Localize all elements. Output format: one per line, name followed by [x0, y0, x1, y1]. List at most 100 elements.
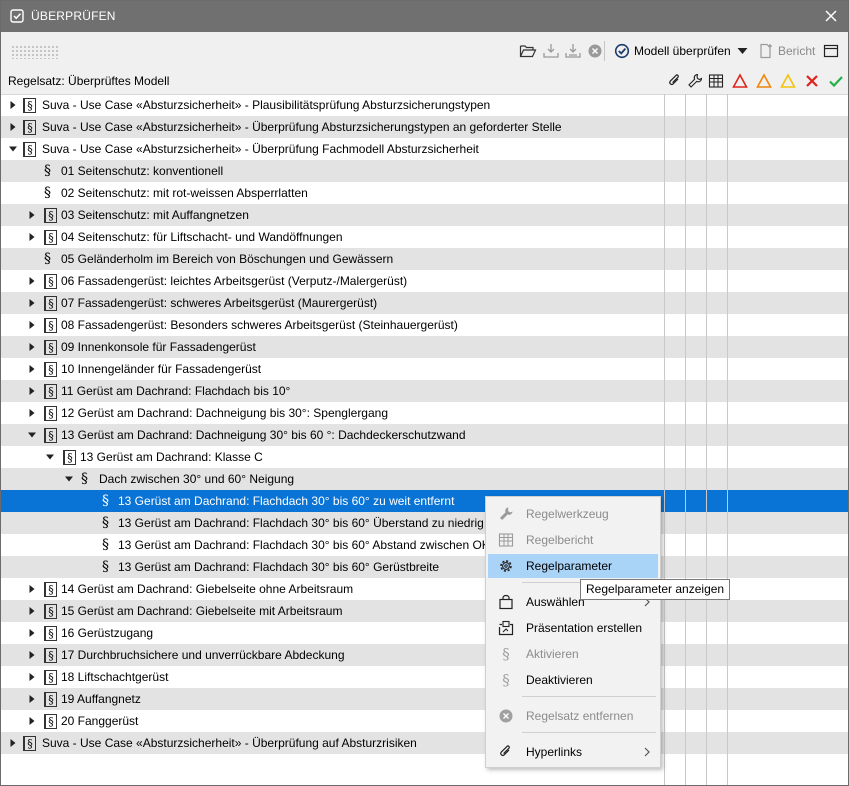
- expand-right-icon[interactable]: [9, 101, 17, 109]
- tree-row[interactable]: § 02 Seitenschutz: mit rot-weissen Absper…: [1, 182, 848, 204]
- menu-item-praesentation-erstellen[interactable]: Präsentation erstellen: [488, 616, 658, 640]
- expand-right-icon[interactable]: [28, 321, 36, 329]
- tree-row[interactable]: § 09 Innenkonsole für Fassadengerüst: [1, 336, 848, 358]
- info-triangle-icon[interactable]: [780, 73, 796, 89]
- gear-icon: [500, 560, 512, 572]
- tree-row[interactable]: § 12 Gerüst am Dachrand: Dachneigung bis …: [1, 402, 848, 424]
- tree-row-label: 13 Gerüst am Dachrand: Flachdach 30° bis…: [118, 516, 484, 530]
- expand-right-icon[interactable]: [28, 343, 36, 351]
- tree-row[interactable]: § 13 Gerüst am Dachrand: Flachdach 30° bi…: [1, 534, 848, 556]
- tree-row[interactable]: § Suva - Use Case «Absturzsicherheit» - P…: [1, 94, 848, 116]
- expand-right-icon[interactable]: [28, 585, 36, 593]
- expand-right-icon[interactable]: [28, 277, 36, 285]
- expand-right-icon[interactable]: [28, 299, 36, 307]
- expand-down-icon[interactable]: [9, 145, 17, 153]
- tree-row[interactable]: § Suva - Use Case «Absturzsicherheit» - Ü…: [1, 116, 848, 138]
- tree-row-label: 06 Fassadengerüst: leichtes Arbeitsgerüs…: [61, 274, 408, 288]
- tree-row[interactable]: § 13 Gerüst am Dachrand: Flachdach 30° bi…: [1, 490, 848, 512]
- tree-row-label: 08 Fassadengerüst: Besonders schweres Ar…: [61, 318, 458, 332]
- tree-row[interactable]: § 17 Durchbruchsichere und unverrückbare …: [1, 644, 848, 666]
- remove-button[interactable]: [587, 41, 603, 61]
- rule-icon: §: [102, 515, 109, 531]
- check-model-button[interactable]: Modell überprüfen: [614, 41, 748, 61]
- rule-icon: §: [102, 493, 109, 509]
- paperclip-icon[interactable]: [667, 73, 683, 89]
- tree-row[interactable]: § 05 Geländerholm im Bereich von Böschung…: [1, 248, 848, 270]
- dropdown-arrow-icon[interactable]: [737, 47, 748, 55]
- expand-right-icon[interactable]: [28, 365, 36, 373]
- expand-right-icon[interactable]: [28, 695, 36, 703]
- open-folder-button[interactable]: [519, 41, 537, 61]
- tree-row[interactable]: § Dach zwischen 30° und 60° Neigung: [1, 468, 848, 490]
- menu-item-regelbericht[interactable]: Regelbericht: [488, 528, 658, 552]
- tree-row[interactable]: § 16 Gerüstzugang: [1, 622, 848, 644]
- expand-right-icon[interactable]: [28, 651, 36, 659]
- menu-item-regelparameter[interactable]: Regelparameter: [488, 554, 658, 578]
- window-layout-button[interactable]: [823, 41, 839, 61]
- table-icon[interactable]: [708, 73, 724, 89]
- tree-row[interactable]: § 13 Gerüst am Dachrand: Klasse C: [1, 446, 848, 468]
- expand-right-icon[interactable]: [28, 211, 36, 219]
- tree-row[interactable]: § 01 Seitenschutz: konventionell: [1, 160, 848, 182]
- menu-item-regelsatz-entfernen[interactable]: Regelsatz entfernen: [488, 704, 658, 728]
- expand-down-icon[interactable]: [65, 475, 73, 483]
- warning-triangle-icon[interactable]: [756, 73, 772, 89]
- tree-row[interactable]: § 13 Gerüst am Dachrand: Flachdach 30° bi…: [1, 512, 848, 534]
- expand-right-icon[interactable]: [28, 233, 36, 241]
- ruleset-icon: §: [23, 142, 36, 157]
- tray-export-icon: [565, 44, 581, 58]
- import-button[interactable]: [542, 41, 560, 61]
- tree-row-label: 07 Fassadengerüst: schweres Arbeitsgerüs…: [61, 296, 378, 310]
- expand-right-icon[interactable]: [28, 717, 36, 725]
- menu-item-aktivieren[interactable]: § Aktivieren: [488, 642, 658, 666]
- tree-row[interactable]: § 11 Gerüst am Dachrand: Flachdach bis 10…: [1, 380, 848, 402]
- expand-right-icon[interactable]: [9, 123, 17, 131]
- tree-row[interactable]: § 18 Liftschachtgerüst: [1, 666, 848, 688]
- export-button[interactable]: [564, 41, 582, 61]
- tree-row[interactable]: § 04 Seitenschutz: für Liftschacht- und W…: [1, 226, 848, 248]
- toolbar-grip[interactable]: [11, 45, 59, 59]
- tree-row[interactable]: § Suva - Use Case «Absturzsicherheit» - Ü…: [1, 732, 848, 754]
- tree-row[interactable]: § 07 Fassadengerüst: schweres Arbeitsgerü…: [1, 292, 848, 314]
- title-bar[interactable]: ÜBERPRÜFEN: [1, 1, 848, 32]
- tree-row[interactable]: § 13 Gerüst am Dachrand: Dachneigung 30° …: [1, 424, 848, 446]
- context-menu: Regelwerkzeug Regelbericht Regelparamete…: [485, 496, 661, 768]
- expand-right-icon[interactable]: [9, 739, 17, 747]
- tree-row-label: 20 Fanggerüst: [61, 714, 139, 728]
- tree-row[interactable]: § 19 Auffangnetz: [1, 688, 848, 710]
- menu-item-regelwerkzeug[interactable]: Regelwerkzeug: [488, 502, 658, 526]
- expand-right-icon[interactable]: [28, 387, 36, 395]
- tree-row[interactable]: § 08 Fassadengerüst: Besonders schweres A…: [1, 314, 848, 336]
- tree-row[interactable]: § 20 Fanggerüst: [1, 710, 848, 732]
- close-icon[interactable]: [822, 7, 840, 25]
- tree-row-label: 13 Gerüst am Dachrand: Dachneigung 30° b…: [61, 428, 466, 442]
- tree-row[interactable]: § Suva - Use Case «Absturzsicherheit» - Ü…: [1, 138, 848, 160]
- expand-right-icon[interactable]: [28, 607, 36, 615]
- tree-row[interactable]: § 15 Gerüst am Dachrand: Giebelseite mit …: [1, 600, 848, 622]
- menu-item-deaktivieren[interactable]: § Deaktivieren: [488, 668, 658, 692]
- expand-down-icon[interactable]: [28, 431, 36, 439]
- passed-check-icon[interactable]: [828, 73, 844, 89]
- error-triangle-icon[interactable]: [732, 73, 748, 89]
- expand-down-icon[interactable]: [46, 453, 54, 461]
- failed-x-icon[interactable]: [804, 73, 820, 89]
- tree-row[interactable]: § 10 Innengeländer für Fassadengerüst: [1, 358, 848, 380]
- tree-row-label: 18 Liftschachtgerüst: [61, 670, 169, 684]
- tree-row[interactable]: § 03 Seitenschutz: mit Auffangnetzen: [1, 204, 848, 226]
- tree-row[interactable]: § 13 Gerüst am Dachrand: Flachdach 30° bi…: [1, 556, 848, 578]
- ruleset-header: Regelsatz: Überprüftes Modell: [1, 68, 848, 95]
- expand-right-icon[interactable]: [28, 629, 36, 637]
- menu-item-hyperlinks[interactable]: Hyperlinks: [488, 740, 658, 764]
- report-button[interactable]: Bericht: [758, 41, 815, 61]
- wrench-icon[interactable]: [687, 73, 703, 89]
- folder-open-icon: [519, 45, 537, 58]
- ruleset-icon: §: [44, 208, 57, 223]
- expand-right-icon[interactable]: [28, 409, 36, 417]
- paperclip-icon: [500, 745, 510, 756]
- ruleset-header-label: Regelsatz: Überprüftes Modell: [8, 74, 170, 88]
- expand-right-icon[interactable]: [28, 673, 36, 681]
- wrench-icon: [500, 507, 513, 520]
- tree-row[interactable]: § 06 Fassadengerüst: leichtes Arbeitsgerü…: [1, 270, 848, 292]
- column-divider: [685, 94, 686, 785]
- tooltip: Regelparameter anzeigen: [580, 579, 731, 600]
